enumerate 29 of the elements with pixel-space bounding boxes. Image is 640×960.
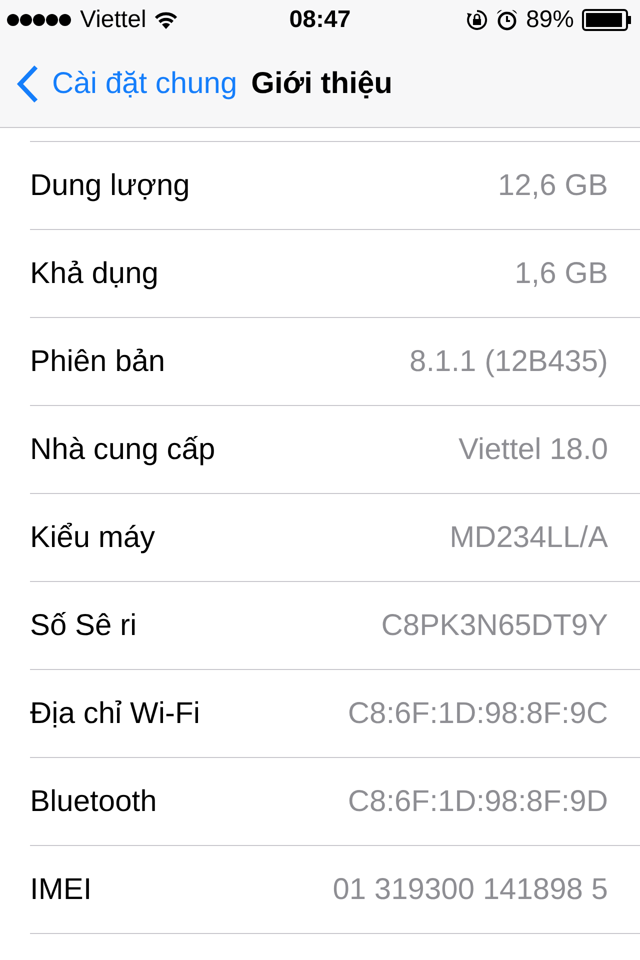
back-chevron-icon[interactable] xyxy=(16,64,40,104)
row-label: Khả dụng xyxy=(30,256,158,290)
row-value: MD234LL/A xyxy=(450,520,608,554)
back-button[interactable]: Cài đặt chung xyxy=(16,64,238,104)
row-label: Địa chỉ Wi-Fi xyxy=(30,696,200,730)
clock-time: 08:47 xyxy=(289,6,351,34)
row-label: Số Sê ri xyxy=(30,608,137,642)
row-label: IMEI xyxy=(30,872,92,906)
wifi-icon xyxy=(154,11,178,29)
row-value: Viettel 18.0 xyxy=(458,432,608,466)
alarm-icon xyxy=(496,9,518,31)
page-title: Giới thiệu xyxy=(251,66,392,100)
battery-percentage: 89% xyxy=(526,6,574,34)
signal-icon xyxy=(6,13,72,27)
row-value: C8PK3N65DT9Y xyxy=(381,608,608,642)
rotation-lock-icon xyxy=(466,9,488,31)
battery-icon xyxy=(582,9,632,31)
row-value: 1,6 GB xyxy=(514,256,608,290)
row-value: C8:6F:1D:98:8F:9C xyxy=(348,696,608,730)
row-label: Bluetooth xyxy=(30,784,157,818)
carrier-name: Viettel xyxy=(80,6,146,34)
row-value: 12,6 GB xyxy=(498,168,608,202)
row-label: Nhà cung cấp xyxy=(30,432,216,466)
row-value: 8.1.1 (12B435) xyxy=(410,344,608,378)
row-value: C8:6F:1D:98:8F:9D xyxy=(348,784,608,818)
row-label: Dung lượng xyxy=(30,168,190,202)
row-label: Phiên bản xyxy=(30,344,166,378)
row-value: 01 319300 141898 5 xyxy=(332,872,608,906)
row-label: Kiểu máy xyxy=(30,520,156,554)
